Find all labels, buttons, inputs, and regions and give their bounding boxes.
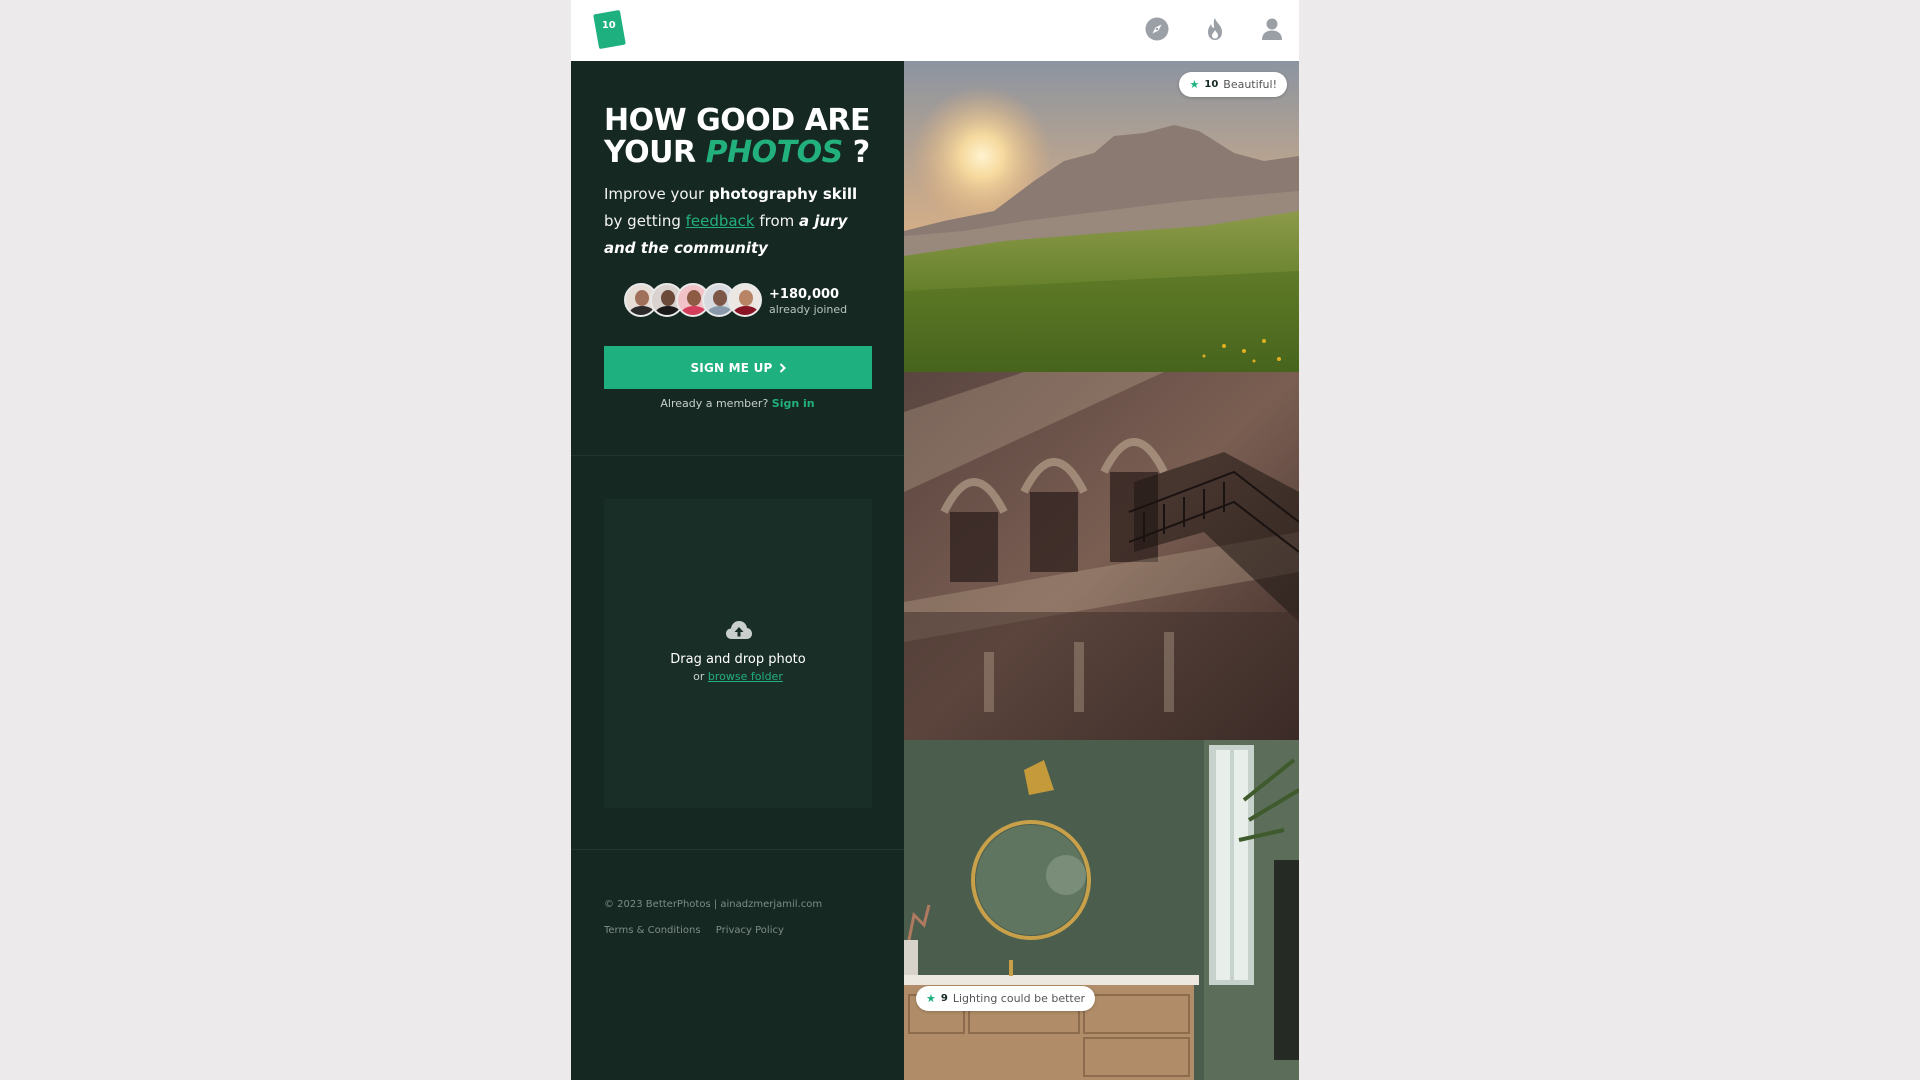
rating-text: Lighting could be better: [952, 992, 1085, 1005]
signup-panel: HOW GOOD ARE YOUR PHOTOS ? Improve your …: [571, 61, 904, 1080]
fire-icon[interactable]: [1202, 16, 1228, 42]
browse-folder-link[interactable]: browse folder: [708, 670, 783, 683]
joined-label: already joined: [769, 303, 848, 316]
logo-text: 10: [601, 20, 616, 32]
photo-dropzone[interactable]: Drag and drop photo or browse folder: [604, 499, 872, 808]
hero-title-accent: PHOTOS: [705, 135, 844, 170]
photo-brick-building[interactable]: [904, 372, 1299, 740]
divider: [571, 849, 904, 850]
rating-badge: ★ 9 Lighting could be better: [916, 986, 1095, 1011]
hero-title-your: YOUR: [604, 135, 696, 170]
footer-links: Terms & Conditions Privacy Policy: [604, 925, 796, 936]
member-line: Already a member? Sign in: [571, 397, 904, 410]
chevron-right-icon: [779, 362, 786, 373]
sign-me-up-label: SIGN ME UP: [690, 360, 773, 375]
hero-title-suffix: ?: [852, 135, 870, 170]
dropzone-title: Drag and drop photo: [670, 652, 806, 667]
terms-link[interactable]: Terms & Conditions: [604, 925, 701, 936]
logo[interactable]: 10: [593, 9, 626, 50]
star-icon: ★: [1189, 78, 1200, 91]
rating-text: Beautiful!: [1223, 78, 1277, 91]
photo-green-bathroom[interactable]: ★ 9 Lighting could be better: [904, 740, 1299, 1080]
user-icon[interactable]: [1259, 16, 1285, 42]
member-prompt: Already a member?: [660, 397, 769, 410]
joined-count: +180,000: [769, 287, 840, 302]
feedback-link[interactable]: feedback: [686, 212, 755, 230]
dropzone-subtitle: or browse folder: [604, 670, 872, 683]
rating-score: 9: [940, 993, 948, 1004]
privacy-link[interactable]: Privacy Policy: [716, 925, 784, 936]
divider: [571, 455, 904, 456]
hero-sub-2: by getting: [604, 212, 686, 230]
hero-sub-3: from: [754, 212, 800, 230]
footer-copyright: © 2023 BetterPhotos | ainadzmerjamil.com: [604, 899, 823, 910]
hero-sub-1: Improve your: [604, 185, 709, 203]
cloud-upload-icon: [726, 621, 752, 639]
compass-icon[interactable]: [1144, 16, 1170, 42]
photo-meadow-sunset[interactable]: ★ 10 Beautiful!: [904, 61, 1299, 372]
hero-title: HOW GOOD ARE YOUR PHOTOS ?: [604, 105, 894, 169]
top-nav-bar: 10: [571, 0, 1299, 61]
rating-score: 10: [1204, 79, 1219, 90]
star-icon: ★: [926, 992, 936, 1005]
hero-sub-bold: photography skill: [708, 185, 858, 203]
sign-me-up-button[interactable]: SIGN ME UP: [604, 346, 872, 389]
sign-in-link[interactable]: Sign in: [772, 397, 815, 410]
hero-subtitle: Improve your photography skill by gettin…: [604, 181, 872, 262]
app-container: 10 HOW GOOD ARE YOUR PHOTOS ? Improve yo…: [571, 0, 1299, 1080]
avatar: [728, 283, 762, 317]
hero-title-line1: HOW GOOD ARE: [604, 103, 870, 138]
dropzone-or: or: [693, 670, 705, 683]
rating-badge: ★ 10 Beautiful!: [1179, 72, 1287, 97]
